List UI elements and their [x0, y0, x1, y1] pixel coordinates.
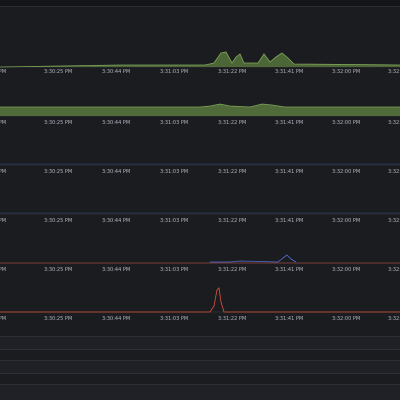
- graph-5-svg: 5 PM 3:30:25 PM 3:30:44 PM 3:31:03 PM 3:31:2…: [0, 254, 400, 273]
- x-tick-label: 3:30:44 PM: [102, 169, 130, 175]
- collapsed-row-3[interactable]: [0, 384, 400, 400]
- x-tick-label: 3:30:25 PM: [44, 316, 72, 322]
- x-tick-label: 3:31:22 PM: [218, 218, 246, 224]
- x-tick-label: 3:32:1: [388, 120, 400, 126]
- x-tick-label: 5 PM: [0, 69, 6, 75]
- top-panel-strip: [0, 0, 400, 7]
- series-line: [0, 287, 400, 313]
- x-tick-label: 3:30:44 PM: [102, 120, 130, 126]
- collapsed-row-2[interactable]: [0, 360, 400, 374]
- graph-4-svg: 5 PM 3:30:25 PM 3:30:44 PM 3:31:03 PM 3:31:2…: [0, 212, 400, 224]
- graph-6-svg: 5 PM 3:30:25 PM 3:30:44 PM 3:31:03 PM 3:31:2…: [0, 287, 400, 322]
- x-tick-label: 3:30:44 PM: [102, 69, 130, 75]
- x-tick-label: 3:31:22 PM: [218, 169, 246, 175]
- x-tick-label: 3:30:25 PM: [44, 169, 72, 175]
- x-tick-label: 3:32:1: [388, 69, 400, 75]
- x-tick-label: 3:30:25 PM: [44, 120, 72, 126]
- x-tick-label: 3:31:41 PM: [275, 169, 303, 175]
- x-tick-label: 3:31:03 PM: [160, 267, 188, 273]
- graph-panel-4[interactable]: 5 PM 3:30:25 PM 3:30:44 PM 3:31:03 PM 3:31:2…: [0, 178, 400, 227]
- x-tick-label: 3:32:1: [388, 316, 400, 322]
- x-tick-label: 3:32:00 PM: [332, 218, 360, 224]
- graph-1-svg: 5 PM 3:30:25 PM 3:30:44 PM 3:31:03 PM 3:31:2…: [0, 51, 400, 75]
- x-tick-label: 3:32:1: [388, 267, 400, 273]
- x-tick-label: 3:31:03 PM: [160, 218, 188, 224]
- series-line: [0, 103, 400, 108]
- graph-panel-6[interactable]: 5 PM 3:30:25 PM 3:30:44 PM 3:31:03 PM 3:31:2…: [0, 276, 400, 325]
- series-area: [0, 104, 400, 116]
- graph-panel-5[interactable]: 5 PM 3:30:25 PM 3:30:44 PM 3:31:03 PM 3:31:2…: [0, 227, 400, 276]
- x-tick-label: 3:31:03 PM: [160, 169, 188, 175]
- x-tick-label: 3:31:41 PM: [275, 218, 303, 224]
- x-tick-label: 3:32:00 PM: [332, 169, 360, 175]
- x-tick-label: 3:31:41 PM: [275, 267, 303, 273]
- x-tick-label: 3:31:03 PM: [160, 316, 188, 322]
- x-tick-label: 3:30:44 PM: [102, 267, 130, 273]
- x-tick-label: 3:32:00 PM: [332, 120, 360, 126]
- x-tick-label: 3:31:22 PM: [218, 316, 246, 322]
- x-tick-label: 3:31:41 PM: [275, 316, 303, 322]
- x-tick-label: 3:31:03 PM: [160, 69, 188, 75]
- series-line: [0, 51, 400, 68]
- x-tick-label: 3:32:1: [388, 169, 400, 175]
- graph-panel-3[interactable]: 5 PM 3:30:25 PM 3:30:44 PM 3:31:03 PM 3:31:2…: [0, 129, 400, 178]
- x-tick-label: 3:31:03 PM: [160, 120, 188, 126]
- graph-panel-2[interactable]: 5 PM 3:30:25 PM 3:30:44 PM 3:31:03 PM 3:31:2…: [0, 80, 400, 129]
- x-tick-label: 3:31:41 PM: [275, 120, 303, 126]
- collapsed-row-1[interactable]: [0, 336, 400, 350]
- graph-panel-1[interactable]: 5 PM 3:30:25 PM 3:30:44 PM 3:31:03 PM 3:31:2…: [0, 28, 400, 80]
- x-tick-label: 3:30:44 PM: [102, 218, 130, 224]
- x-tick-label: 3:31:22 PM: [218, 120, 246, 126]
- x-tick-label: 3:30:25 PM: [44, 267, 72, 273]
- x-tick-label: 3:30:44 PM: [102, 316, 130, 322]
- x-tick-label: 3:32:00 PM: [332, 316, 360, 322]
- x-tick-label: 5 PM: [0, 120, 6, 126]
- x-tick-label: 5 PM: [0, 316, 6, 322]
- x-tick-label: 3:32:00 PM: [332, 69, 360, 75]
- x-tick-label: 3:31:22 PM: [218, 69, 246, 75]
- x-tick-label: 5 PM: [0, 169, 6, 175]
- x-tick-label: 3:32:00 PM: [332, 267, 360, 273]
- x-tick-label: 3:32:1: [388, 218, 400, 224]
- graph-2-svg: 5 PM 3:30:25 PM 3:30:44 PM 3:31:03 PM 3:31:2…: [0, 103, 400, 126]
- x-tick-label: 3:31:22 PM: [218, 267, 246, 273]
- graph-3-svg: 5 PM 3:30:25 PM 3:30:44 PM 3:31:03 PM 3:31:2…: [0, 163, 400, 175]
- x-tick-label: 3:30:25 PM: [44, 218, 72, 224]
- x-tick-label: 3:30:25 PM: [44, 69, 72, 75]
- dashboard-root: 5 PM 3:30:25 PM 3:30:44 PM 3:31:03 PM 3:31:2…: [0, 0, 400, 400]
- x-tick-label: 5 PM: [0, 267, 6, 273]
- x-tick-label: 3:31:41 PM: [275, 69, 303, 75]
- series-line: [210, 254, 297, 263]
- x-tick-label: 5 PM: [0, 218, 6, 224]
